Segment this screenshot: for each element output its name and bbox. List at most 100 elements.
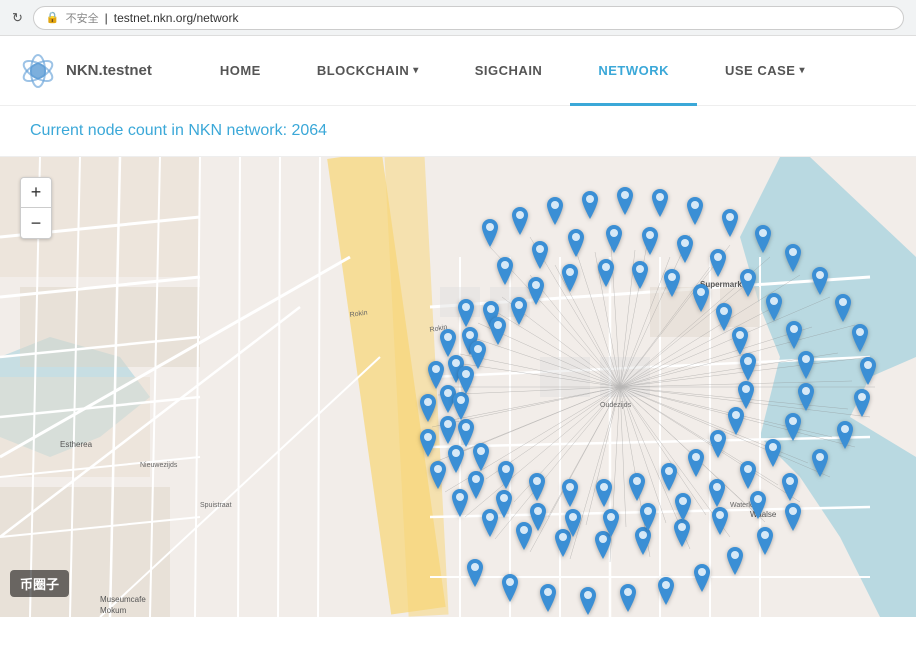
map-pin[interactable] [417,429,439,457]
nav-network[interactable]: NETWORK [570,36,697,106]
map-pin[interactable] [685,449,707,477]
map-pin[interactable] [445,445,467,473]
map-pin[interactable] [737,353,759,381]
map-pin[interactable] [661,269,683,297]
svg-text:Mokum: Mokum [100,606,127,615]
map-pin[interactable] [752,225,774,253]
map-pin[interactable] [851,389,873,417]
map-pin[interactable] [626,473,648,501]
map-pin[interactable] [747,491,769,519]
map-pin[interactable] [729,327,751,355]
navbar: NKN.testnet HOME BLOCKCHAIN ▾ SIGCHAIN N… [0,36,916,106]
map-pin[interactable] [579,191,601,219]
map-pin[interactable] [593,479,615,507]
map-pin[interactable] [562,509,584,537]
map-pin[interactable] [763,293,785,321]
map-pin[interactable] [674,235,696,263]
map-pin[interactable] [544,197,566,225]
map-container[interactable]: Rokin Rokin Oudezijds Spuistraat Nieuwez… [0,157,916,617]
map-pin[interactable] [450,392,472,420]
map-pin[interactable] [691,564,713,592]
map-pin[interactable] [614,187,636,215]
map-pin[interactable] [487,317,509,345]
nav-blockchain[interactable]: BLOCKCHAIN ▾ [289,36,447,106]
map-pin[interactable] [559,479,581,507]
map-pin[interactable] [479,219,501,247]
usecase-caret-icon: ▾ [799,65,805,76]
map-pin[interactable] [499,574,521,602]
map-pin[interactable] [707,249,729,277]
map-pin[interactable] [857,357,879,385]
map-pin[interactable] [795,383,817,411]
logo[interactable]: NKN.testnet [20,53,152,89]
map-pin[interactable] [465,471,487,499]
map-pin[interactable] [754,527,776,555]
map-pin[interactable] [559,264,581,292]
map-pin[interactable] [455,419,477,447]
map-pin[interactable] [762,439,784,467]
logo-text: NKN.testnet [66,62,152,79]
map-pin[interactable] [672,493,694,521]
map-pin[interactable] [495,461,517,489]
map-pin[interactable] [671,519,693,547]
map-pin[interactable] [706,479,728,507]
map-pin[interactable] [795,351,817,379]
map-pin[interactable] [737,461,759,489]
map-pin[interactable] [735,381,757,409]
map-pin[interactable] [783,321,805,349]
map-pin[interactable] [537,584,559,612]
map-pin[interactable] [834,421,856,449]
map-pin[interactable] [467,341,489,369]
map-pin[interactable] [809,267,831,295]
map-pin[interactable] [639,227,661,255]
map-pin[interactable] [658,463,680,491]
map-pin[interactable] [527,503,549,531]
map-pin[interactable] [565,229,587,257]
map-pin[interactable] [779,473,801,501]
map-pin[interactable] [649,189,671,217]
reload-icon[interactable]: ↻ [12,10,23,26]
map-pin[interactable] [832,294,854,322]
map-pin[interactable] [737,269,759,297]
map-pin[interactable] [632,527,654,555]
map-pin[interactable] [509,207,531,235]
map-pin[interactable] [600,509,622,537]
map-pin[interactable] [719,209,741,237]
map-pin[interactable] [709,507,731,535]
map-pin[interactable] [655,577,677,605]
map-pin[interactable] [617,584,639,612]
map-pin[interactable] [782,503,804,531]
map-pin[interactable] [782,413,804,441]
map-pin[interactable] [455,299,477,327]
map-pin[interactable] [529,241,551,269]
map-pin[interactable] [526,473,548,501]
nkn-logo-icon [20,53,56,89]
map-pin[interactable] [417,394,439,422]
zoom-in-button[interactable]: + [21,178,51,208]
zoom-out-button[interactable]: − [21,208,51,238]
map-pin[interactable] [637,503,659,531]
nav-usecase[interactable]: USE CASE ▾ [697,36,833,106]
map-pin[interactable] [455,366,477,394]
map-pin[interactable] [508,297,530,325]
map-pin[interactable] [595,259,617,287]
map-pin[interactable] [849,324,871,352]
map-pin[interactable] [690,284,712,312]
nav-home[interactable]: HOME [192,36,289,106]
map-pin[interactable] [494,257,516,285]
map-pin[interactable] [629,261,651,289]
map-pin[interactable] [724,547,746,575]
nav-sigchain[interactable]: SIGCHAIN [447,36,571,106]
map-pin[interactable] [577,587,599,615]
map-pin[interactable] [437,329,459,357]
map-pin[interactable] [464,559,486,587]
map-pin[interactable] [707,430,729,458]
map-pin[interactable] [809,449,831,477]
map-pin[interactable] [782,244,804,272]
map-pin[interactable] [470,443,492,471]
zoom-controls: + − [20,177,52,239]
map-pin[interactable] [684,197,706,225]
map-pin[interactable] [603,225,625,253]
address-bar[interactable]: 🔒 不安全 | testnet.nkn.org/network [33,6,904,30]
map-pin[interactable] [493,490,515,518]
